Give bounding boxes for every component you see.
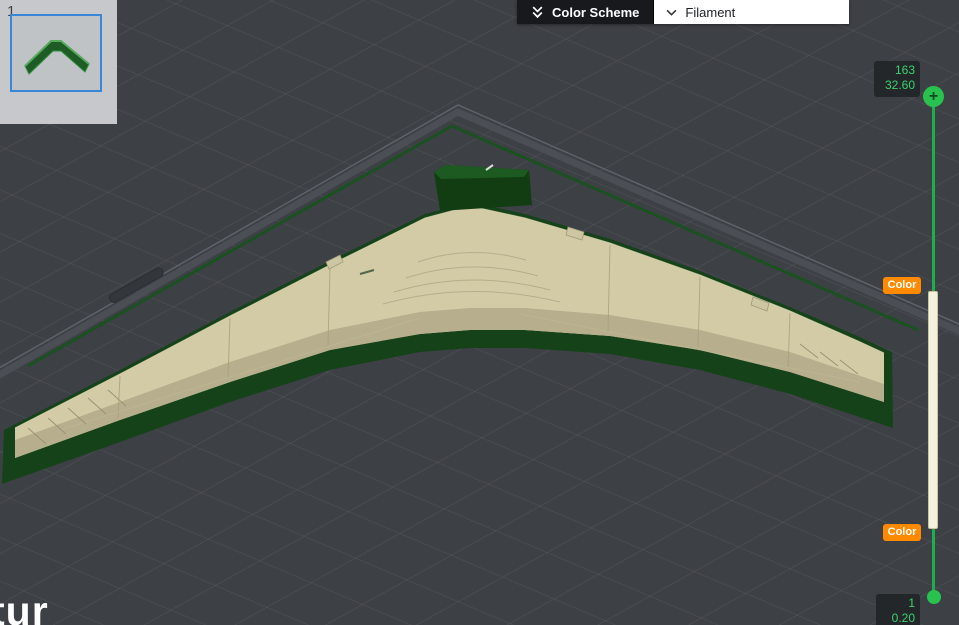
bottom-layer-height: 0.20 [891, 611, 915, 625]
plate-thumbnail[interactable] [10, 14, 102, 92]
color-change-badge-lower[interactable]: Color [883, 524, 921, 541]
view-mode-value: Filament [685, 4, 736, 20]
add-color-change-button[interactable]: + [923, 86, 944, 107]
plate-boomerang-icon [24, 40, 90, 75]
layer-slider-bottom-value: 1 0.20 [876, 594, 920, 625]
plus-icon: + [928, 87, 939, 105]
preview-toolbar: Color Scheme Filament [517, 0, 850, 24]
wipe-tower-block[interactable] [434, 164, 532, 211]
bottom-layer-number: 1 [908, 596, 915, 610]
color-scheme-label: Color Scheme [552, 4, 640, 20]
layer-slider-top-value[interactable]: 163 32.60 [874, 61, 920, 97]
top-layer-number: 163 [894, 63, 915, 77]
color-change-badge-upper[interactable]: Color [883, 277, 921, 294]
layer-range-track[interactable] [928, 291, 938, 529]
viewport-3d[interactable] [0, 0, 959, 625]
layer-slider-bottom-handle[interactable] [927, 590, 941, 604]
watermark-text: tur [0, 588, 49, 625]
double-chevron-down-icon [532, 6, 543, 19]
slicer-app-window: 1 Color Scheme Filament 163 32.60 + Colo… [0, 0, 959, 625]
top-layer-height: 32.60 [884, 78, 915, 92]
view-mode-dropdown[interactable]: Filament [653, 0, 850, 24]
chevron-down-icon [666, 9, 677, 16]
plate-list-panel: 1 [0, 0, 117, 124]
color-scheme-menu[interactable]: Color Scheme [517, 0, 654, 24]
